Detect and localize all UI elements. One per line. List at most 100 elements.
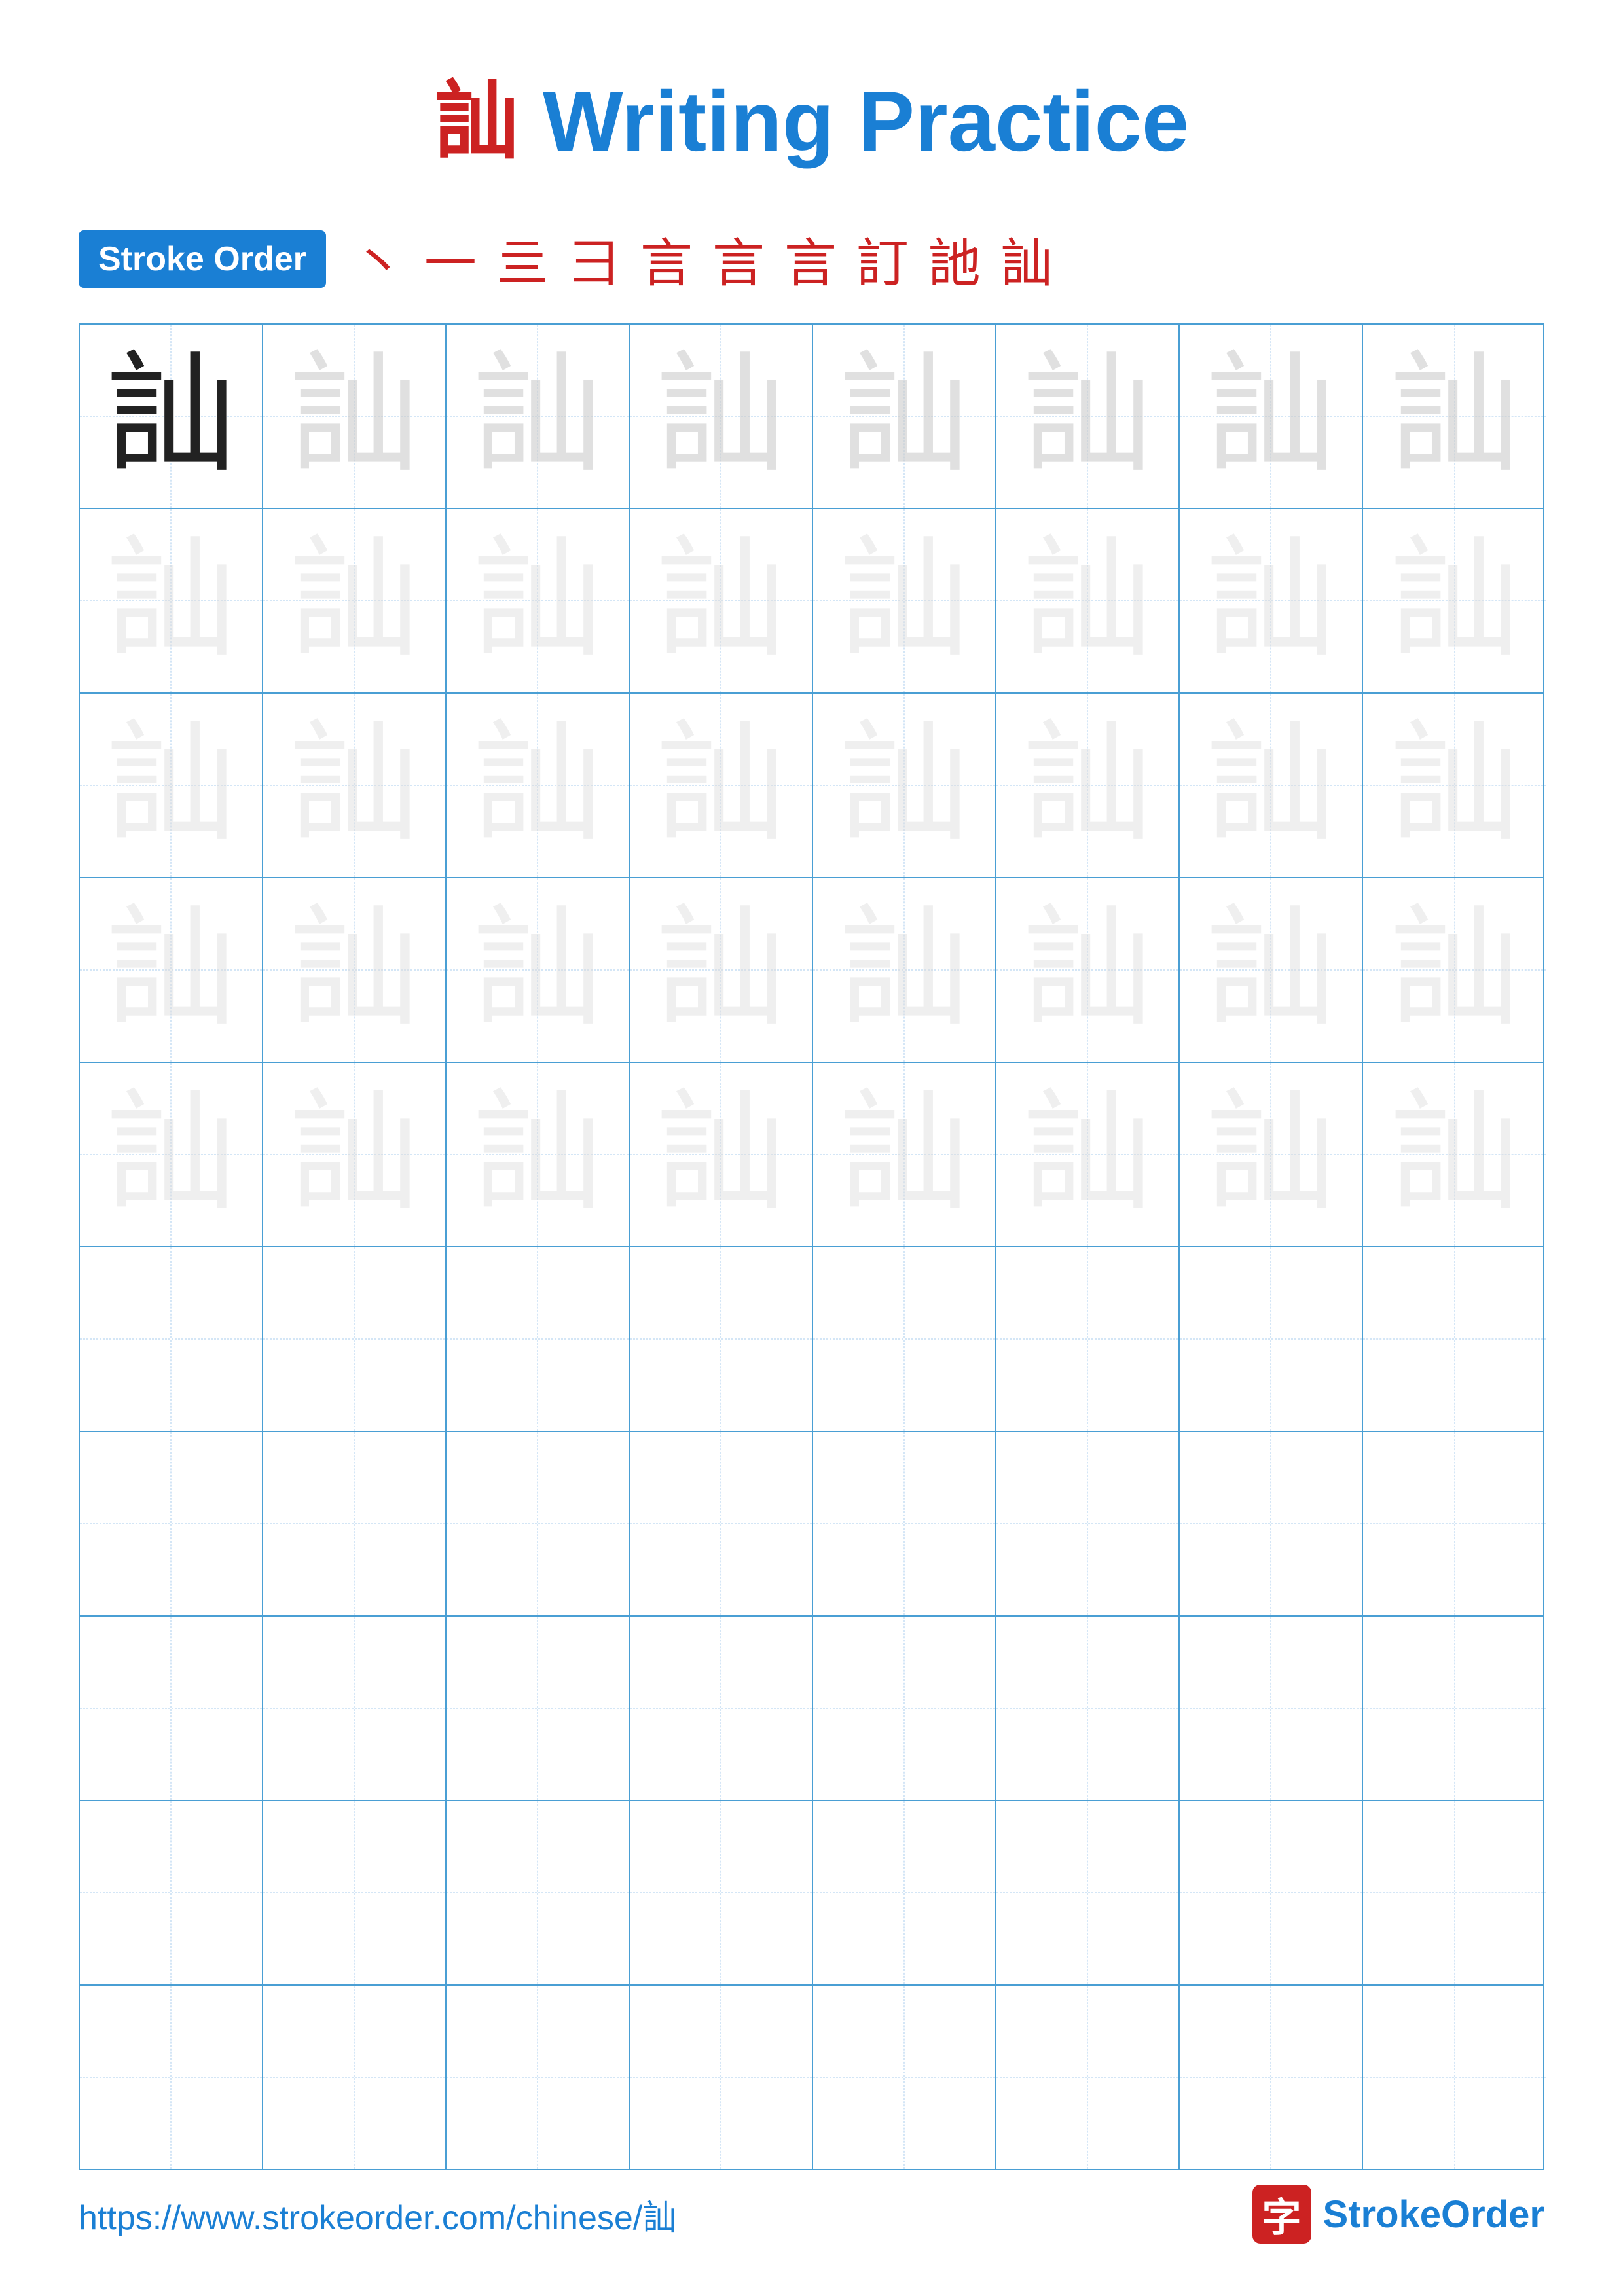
grid-cell[interactable]: 訕 — [1180, 1063, 1363, 1246]
grid-cell[interactable] — [1180, 1247, 1363, 1431]
practice-char: 訕 — [289, 720, 420, 851]
grid-cell[interactable]: 訕 — [80, 509, 263, 692]
grid-cell[interactable] — [996, 1986, 1180, 2169]
grid-cell[interactable]: 訕 — [996, 325, 1180, 508]
grid-cell[interactable]: 訕 — [263, 325, 447, 508]
stroke-order-badge: Stroke Order — [79, 230, 326, 288]
grid-cell[interactable] — [447, 1986, 630, 2169]
grid-cell[interactable] — [1180, 1801, 1363, 1984]
grid-cell[interactable]: 訕 — [1180, 878, 1363, 1062]
grid-cell[interactable] — [80, 1617, 263, 1800]
grid-cell[interactable]: 訕 — [263, 694, 447, 877]
practice-char: 訕 — [839, 720, 970, 851]
grid-cell[interactable]: 訕 — [447, 509, 630, 692]
title-area: 訕 Writing Practice — [0, 0, 1623, 202]
footer: https://www.strokeorder.com/chinese/訕 字 … — [0, 2185, 1623, 2244]
practice-char: 訕 — [105, 905, 236, 1035]
footer-url[interactable]: https://www.strokeorder.com/chinese/訕 — [79, 2190, 676, 2239]
grid-cell[interactable]: 訕 — [1363, 878, 1546, 1062]
grid-cell[interactable]: 訕 — [630, 1063, 813, 1246]
grid-cell[interactable]: 訕 — [447, 325, 630, 508]
grid-cell[interactable]: 訕 — [996, 878, 1180, 1062]
practice-char: 訕 — [839, 1089, 970, 1220]
grid-cell[interactable] — [996, 1247, 1180, 1431]
grid-cell[interactable]: 訕 — [1363, 509, 1546, 692]
grid-cell[interactable] — [630, 1247, 813, 1431]
grid-cell[interactable] — [1363, 1801, 1546, 1984]
grid-cell[interactable] — [630, 1432, 813, 1615]
stroke-order-row: Stroke Order 丶 一 亖 彐 言 言 言 訂 訑 訕 — [0, 202, 1623, 323]
practice-char: 訕 — [655, 905, 786, 1035]
grid-cell[interactable] — [813, 1432, 996, 1615]
grid-cell[interactable] — [630, 1986, 813, 2169]
grid-cell[interactable] — [630, 1801, 813, 1984]
stroke-3: 亖 — [496, 221, 549, 297]
grid-cell[interactable]: 訕 — [263, 878, 447, 1062]
grid-cell[interactable]: 訕 — [630, 509, 813, 692]
grid-cell[interactable]: 訕 — [1180, 325, 1363, 508]
grid-cell[interactable]: 訕 — [813, 509, 996, 692]
grid-row: 訕 訕 訕 訕 訕 訕 訕 訕 — [80, 878, 1543, 1063]
grid-cell[interactable] — [263, 1247, 447, 1431]
grid-cell[interactable] — [447, 1801, 630, 1984]
grid-cell[interactable] — [1180, 1617, 1363, 1800]
grid-cell[interactable]: 訕 — [80, 325, 263, 508]
grid-cell[interactable] — [813, 1986, 996, 2169]
grid-cell[interactable] — [813, 1801, 996, 1984]
grid-cell[interactable]: 訕 — [447, 1063, 630, 1246]
grid-cell[interactable] — [996, 1617, 1180, 1800]
grid-cell[interactable]: 訕 — [813, 1063, 996, 1246]
grid-cell[interactable]: 訕 — [1180, 694, 1363, 877]
practice-char: 訕 — [1022, 720, 1153, 851]
grid-cell[interactable] — [630, 1617, 813, 1800]
grid-cell[interactable] — [447, 1617, 630, 1800]
grid-cell[interactable] — [80, 1801, 263, 1984]
grid-cell[interactable]: 訕 — [1363, 1063, 1546, 1246]
grid-cell[interactable] — [813, 1247, 996, 1431]
practice-char: 訕 — [289, 535, 420, 666]
grid-cell[interactable]: 訕 — [1363, 325, 1546, 508]
grid-cell[interactable] — [1363, 1986, 1546, 2169]
grid-cell[interactable] — [447, 1432, 630, 1615]
grid-cell[interactable] — [263, 1617, 447, 1800]
grid-cell[interactable] — [80, 1986, 263, 2169]
practice-char: 訕 — [839, 535, 970, 666]
grid-cell[interactable]: 訕 — [1363, 694, 1546, 877]
grid-cell[interactable]: 訕 — [813, 325, 996, 508]
grid-cell[interactable]: 訕 — [996, 694, 1180, 877]
grid-cell[interactable] — [447, 1247, 630, 1431]
grid-cell[interactable]: 訕 — [630, 878, 813, 1062]
practice-char: 訕 — [1022, 351, 1153, 482]
grid-cell[interactable]: 訕 — [813, 878, 996, 1062]
practice-char: 訕 — [1022, 1089, 1153, 1220]
grid-cell[interactable] — [813, 1617, 996, 1800]
grid-cell[interactable]: 訕 — [80, 878, 263, 1062]
grid-row — [80, 1617, 1543, 1801]
grid-cell[interactable] — [1363, 1432, 1546, 1615]
grid-cell[interactable]: 訕 — [263, 509, 447, 692]
grid-cell[interactable] — [996, 1801, 1180, 1984]
grid-cell[interactable] — [1363, 1247, 1546, 1431]
grid-cell[interactable]: 訕 — [447, 694, 630, 877]
grid-cell[interactable]: 訕 — [630, 325, 813, 508]
grid-cell[interactable]: 訕 — [996, 1063, 1180, 1246]
grid-cell[interactable] — [1180, 1432, 1363, 1615]
grid-cell[interactable]: 訕 — [813, 694, 996, 877]
grid-cell[interactable]: 訕 — [630, 694, 813, 877]
practice-char: 訕 — [472, 905, 603, 1035]
grid-cell[interactable] — [263, 1986, 447, 2169]
grid-cell[interactable] — [1363, 1617, 1546, 1800]
practice-char: 訕 — [1389, 905, 1520, 1035]
grid-cell[interactable]: 訕 — [996, 509, 1180, 692]
grid-cell[interactable] — [263, 1432, 447, 1615]
grid-cell[interactable] — [996, 1432, 1180, 1615]
grid-cell[interactable] — [80, 1432, 263, 1615]
grid-cell[interactable] — [1180, 1986, 1363, 2169]
grid-cell[interactable] — [80, 1247, 263, 1431]
grid-cell[interactable]: 訕 — [80, 694, 263, 877]
grid-cell[interactable]: 訕 — [447, 878, 630, 1062]
grid-cell[interactable]: 訕 — [1180, 509, 1363, 692]
grid-cell[interactable] — [263, 1801, 447, 1984]
grid-cell[interactable]: 訕 — [263, 1063, 447, 1246]
grid-cell[interactable]: 訕 — [80, 1063, 263, 1246]
